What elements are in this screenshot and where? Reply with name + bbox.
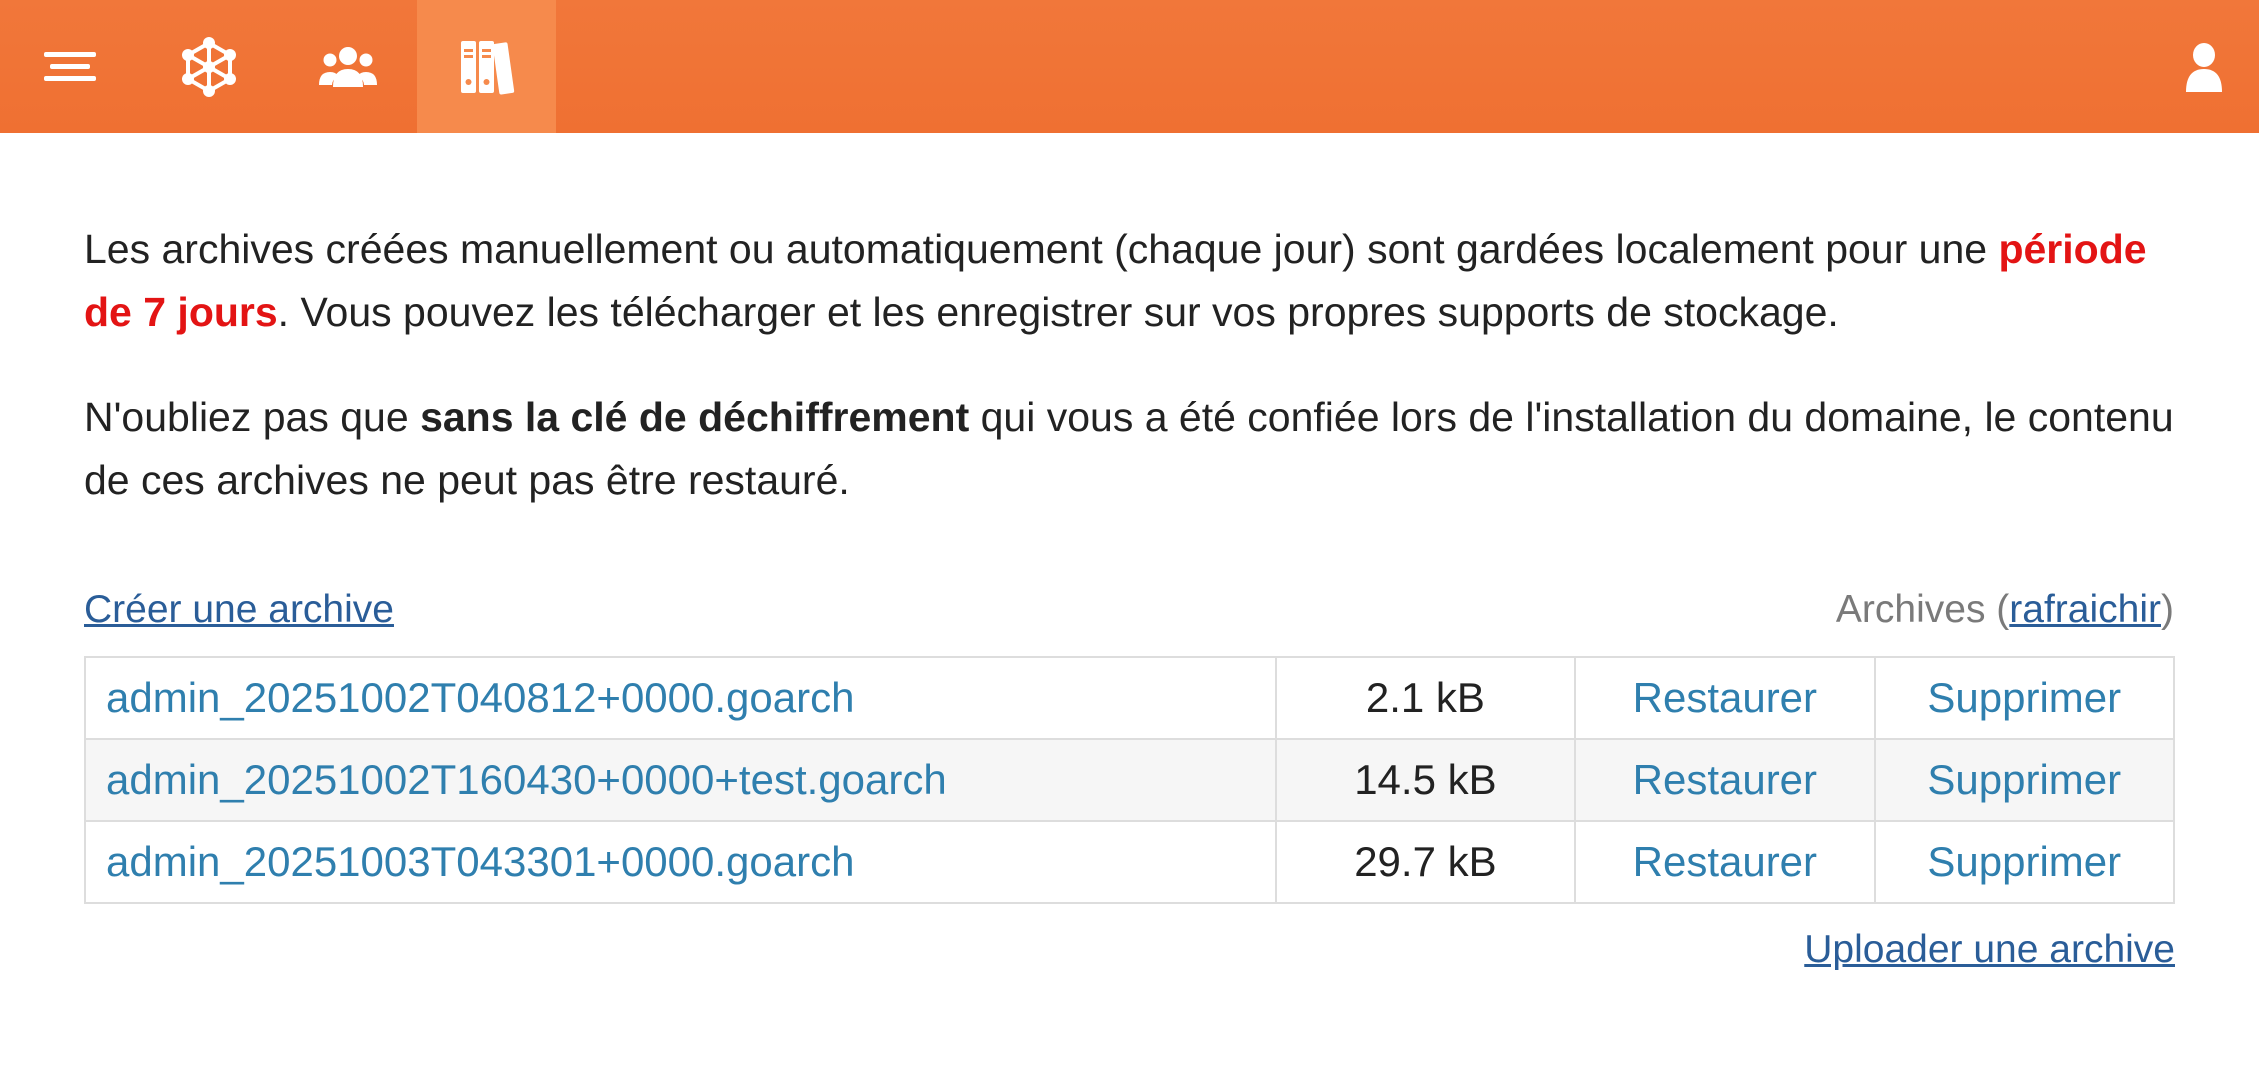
table-row: admin_20251002T040812+0000.goarch 2.1 kB…	[84, 656, 2176, 740]
menu-icon	[43, 51, 96, 81]
archive-size: 14.5 kB	[1274, 738, 1577, 822]
restore-button[interactable]: Restaurer	[1574, 656, 1876, 740]
table-row: admin_20251002T160430+0000+test.goarch 1…	[84, 738, 2176, 822]
user-icon	[2186, 42, 2222, 92]
archive-filename-link[interactable]: admin_20251002T040812+0000.goarch	[84, 656, 1277, 740]
archives-nav-button[interactable]	[417, 0, 556, 133]
delete-button[interactable]: Supprimer	[1873, 656, 2176, 740]
create-archive-link[interactable]: Créer une archive	[84, 588, 394, 632]
decryption-key-paragraph: N'oubliez pas que sans la clé de déchiff…	[84, 394, 2174, 503]
users-nav-button[interactable]	[278, 0, 417, 133]
archive-filename-link[interactable]: admin_20251003T043301+0000.goarch	[84, 820, 1277, 904]
restore-button[interactable]: Restaurer	[1574, 820, 1876, 904]
archive-size: 2.1 kB	[1274, 656, 1577, 740]
archives-toolbar: Créer une archive Archives (rafraichir)	[84, 588, 2174, 644]
menu-button[interactable]	[0, 0, 139, 133]
users-icon	[318, 46, 377, 87]
network-nav-button[interactable]	[139, 0, 278, 133]
retention-paragraph: Les archives créées manuellement ou auto…	[84, 226, 2147, 335]
archives-table: admin_20251002T040812+0000.goarch 2.1 kB…	[84, 656, 2176, 904]
network-icon	[181, 36, 236, 97]
user-account-button[interactable]	[2149, 0, 2259, 133]
restore-button[interactable]: Restaurer	[1574, 738, 1876, 822]
archives-icon	[460, 40, 514, 94]
delete-button[interactable]: Supprimer	[1873, 738, 2176, 822]
archive-filename-link[interactable]: admin_20251002T160430+0000+test.goarch	[84, 738, 1277, 822]
table-row: admin_20251003T043301+0000.goarch 29.7 k…	[84, 820, 2176, 904]
archives-info: Les archives créées manuellement ou auto…	[84, 218, 2174, 512]
upload-archive-link[interactable]: Uploader une archive	[1804, 928, 2175, 972]
archives-heading: Archives (rafraichir)	[1835, 588, 2174, 631]
decryption-key-emphasis: sans la clé de déchiffrement	[420, 394, 970, 440]
archive-size: 29.7 kB	[1274, 820, 1577, 904]
top-navigation-bar	[0, 0, 2259, 133]
refresh-link[interactable]: rafraichir	[2009, 588, 2161, 631]
delete-button[interactable]: Supprimer	[1873, 820, 2176, 904]
